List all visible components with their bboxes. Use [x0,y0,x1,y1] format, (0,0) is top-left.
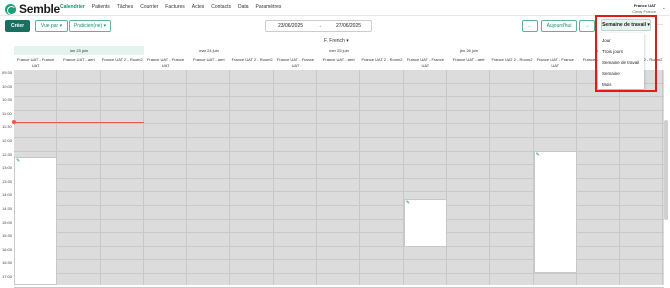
time-label: 10:30 [2,97,13,103]
edit-pencil-icon[interactable]: ✎ [406,200,410,206]
next-week-button[interactable]: → [579,20,595,32]
calendar-grid[interactable]: ✎ ✎ ✎ [14,70,664,288]
time-label: 15:00 [2,219,13,225]
time-gridline [14,82,664,84]
nav-patients[interactable]: Patients [92,4,110,10]
time-label: 14:30 [2,206,13,211]
language-selector[interactable]: F. French ▾ [324,38,349,44]
availability-slot[interactable]: ✎ [14,157,58,285]
highlight-annotation-box [595,15,657,92]
nav-calendrier[interactable]: Calendrier [60,4,85,10]
calendar-toolbar: Créer Vue par ▾ Praticien(ne) ▾ 23/06/20… [0,18,670,34]
date-to: 27/06/2025 [336,23,362,29]
time-gridline [14,123,664,125]
availability-slot[interactable]: ✎ [533,151,577,273]
nav-taches[interactable]: Tâches [117,4,133,10]
time-label: 09:30 [2,70,13,75]
scrollbar[interactable] [664,120,668,220]
nav-contacts[interactable]: Contacts [211,4,231,10]
time-label: 13:30 [2,178,13,184]
time-label: 11:30 [2,124,12,130]
resource-header: France UAT - aert [63,57,95,62]
resource-header: France UAT 2 - Room2 [231,57,273,62]
today-button[interactable]: Aujourd'hui [541,20,577,32]
resource-header: France UAT - France UAT [406,57,444,68]
practitioner-dropdown[interactable]: Praticien(ne) ▾ [69,20,111,32]
app-logo[interactable]: Semble [5,2,60,16]
resource-header: France UAT - France UAT [146,57,185,68]
resource-header: France UAT 2 - Room2 [101,57,143,62]
edit-pencil-icon[interactable]: ✎ [536,152,540,158]
time-gridline [14,273,664,274]
day-header: jeu 26 juin [459,48,479,53]
resource-header: France UAT 2 - Room2 [361,57,403,62]
day-header: mer 25 juin [329,48,349,53]
resource-header: France UAT - France UAT [276,57,315,68]
availability-slot[interactable]: ✎ [403,199,447,247]
time-gridline [14,137,664,138]
resource-header: France UAT - France UAT [17,57,55,68]
nav-courrier[interactable]: Courrier [140,4,158,10]
time-label: 14:00 [2,192,13,198]
current-time-line [14,122,144,123]
more-options-icon[interactable]: ··· [657,22,663,28]
resource-header: France UAT - aert [322,57,355,62]
time-label: 10:00 [2,83,13,89]
nav-parametres[interactable]: Paramètres [256,4,282,10]
day-header: lun 23 juin [14,46,144,55]
time-gridline [14,109,664,111]
nav-actes[interactable]: Actes [192,4,205,10]
time-gridline [14,96,664,98]
time-label: 16:30 [2,260,13,266]
date-arrow-icon: → [317,23,322,29]
time-label: 12:30 [2,151,13,157]
time-label: 15:30 [2,233,13,239]
time-column: 09:30 10:00 10:30 11:00 11:30 12:00 12:30 13:00… [0,70,14,285]
day-header: mar 24 juin [199,48,219,53]
time-label: 16:00 [2,246,13,252]
nav-data[interactable]: Data [238,4,249,10]
semble-logo-icon [5,3,16,15]
resource-header: France UAT - France UAT [536,57,574,68]
current-time-dot [12,120,16,124]
resource-header: France UAT 2 - Room2 [491,57,533,62]
resource-header: France UAT - aert [452,57,485,62]
nav-factures[interactable]: Factures [165,4,184,10]
date-range-picker[interactable]: 23/06/2025 → 27/06/2025 [265,20,372,32]
create-button[interactable]: Créer [5,20,30,32]
user-menu-chevron-icon[interactable]: ⌄ [662,5,666,11]
date-from: 23/06/2025 [278,23,304,29]
view-by-dropdown[interactable]: Vue par ▾ [35,20,68,32]
time-label: 13:00 [2,165,13,171]
time-label: 12:00 [2,138,13,143]
time-label: 11:00 [2,110,12,116]
logo-text: Semble [19,2,60,16]
week-calendar: lun 23 juin mar 24 juin mer 25 juin jeu … [0,46,664,288]
time-label: 17:00 [2,274,13,279]
user-menu[interactable]: France UAT Cindy France [632,3,656,15]
previous-week-button[interactable]: ← [522,20,538,32]
edit-pencil-icon[interactable]: ✎ [16,158,20,164]
top-navigation-bar: Semble Calendrier Patients Tâches Courri… [0,0,670,16]
resource-header: France UAT - aert [193,57,225,62]
main-nav: Calendrier Patients Tâches Courrier Fact… [60,4,281,10]
time-gridline [14,286,664,288]
